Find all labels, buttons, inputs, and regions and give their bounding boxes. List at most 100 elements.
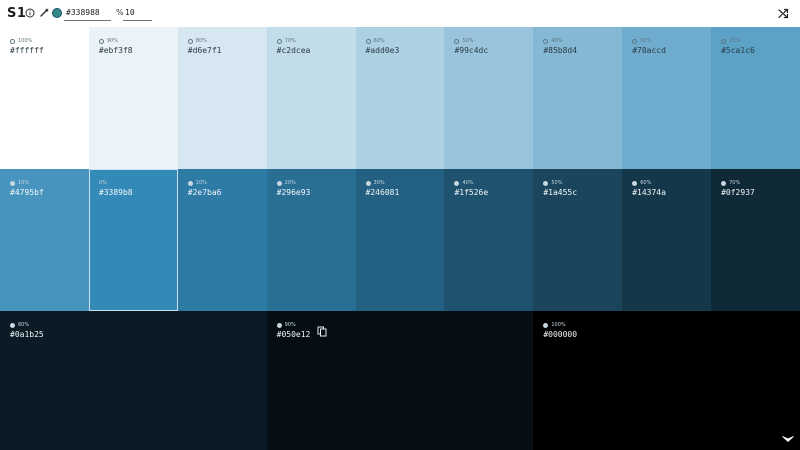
- swatch-hex-label: #3389b8: [98, 188, 133, 197]
- swatch-percent-label: 70%: [284, 38, 296, 44]
- swatch-hex-label: #296e93: [276, 188, 311, 197]
- color-swatch-button[interactable]: [52, 8, 62, 18]
- swatch-percent: 40%: [543, 38, 562, 44]
- swatch-cell[interactable]: 70% #c2dcea: [266, 27, 356, 169]
- tint-marker-icon: [454, 38, 460, 44]
- tint-marker-icon: [632, 38, 638, 44]
- swatch-percent-label: 30%: [373, 180, 385, 186]
- toolbar: S1 %: [0, 0, 800, 27]
- swatch-percent-label: 100%: [551, 322, 566, 328]
- tint-marker-icon: [276, 38, 282, 44]
- tint-marker-icon: [10, 38, 15, 44]
- swatch-percent-label: 50%: [551, 180, 563, 186]
- swatch-percent: 100%: [543, 322, 566, 328]
- swatch-percent: 90%: [276, 322, 296, 328]
- swatch-hex-label: #ffffff: [10, 46, 44, 55]
- swatch-percent-label: 20%: [729, 38, 741, 44]
- tint-marker-icon: [276, 322, 282, 328]
- swatch-cell[interactable]: 20% #5ca1c6: [711, 27, 800, 169]
- swatch-hex-label: #4795bf: [10, 188, 44, 197]
- tint-marker-icon: [365, 38, 371, 44]
- swatch-percent: 40%: [454, 180, 474, 186]
- swatch-cell[interactable]: 60% #add0e3: [355, 27, 445, 169]
- swatch-cell[interactable]: 60% #14374a: [622, 169, 712, 311]
- tint-marker-icon: [365, 180, 371, 186]
- tint-marker-icon: [454, 180, 460, 186]
- swatch-cell[interactable]: 10% #4795bf: [0, 169, 89, 311]
- swatch-percent: 30%: [365, 180, 385, 186]
- swatch-cell[interactable]: 100% #000000: [533, 311, 800, 450]
- swatch-cell[interactable]: 40% #1f526e: [444, 169, 534, 311]
- swatch-percent-label: 0%: [98, 180, 107, 186]
- expand-icon[interactable]: [782, 436, 794, 443]
- swatch-percent-label: 20%: [284, 180, 296, 186]
- swatch-percent: 0%: [99, 180, 107, 186]
- swatch-percent-label: 10%: [18, 180, 30, 186]
- swatch-percent-label: 60%: [640, 180, 652, 186]
- swatch-percent: 20%: [276, 180, 296, 186]
- swatch-cell[interactable]: 50% #1a455c: [533, 169, 623, 311]
- swatch-hex-label: #0f2937: [721, 188, 755, 197]
- swatch-hex-label: #85b8d4: [543, 46, 578, 55]
- swatch-percent: 50%: [454, 38, 474, 44]
- swatch-percent: 100%: [10, 38, 32, 44]
- swatch-cell[interactable]: 80% #d6e7f1: [177, 27, 267, 169]
- swatch-percent: 80%: [10, 322, 29, 328]
- swatch-percent-label: 30%: [640, 38, 652, 44]
- tint-marker-icon: [543, 38, 549, 44]
- swatch-grid: 100% #ffffff 90% #ebf3f8 80% #d6e7f1 70% #c2dce…: [0, 27, 800, 450]
- app-logo: S1: [7, 6, 27, 21]
- swatch-cell[interactable]: 10% #2e7ba6: [177, 169, 267, 311]
- swatch-hex-label: #70accd: [632, 46, 666, 55]
- swatch-percent-label: 50%: [462, 38, 474, 44]
- swatch-percent: 60%: [365, 38, 385, 44]
- swatch-hex-label: #1f526e: [454, 188, 489, 197]
- swatch-percent: 10%: [187, 180, 207, 186]
- tint-marker-icon: [187, 180, 193, 186]
- swatch-cell[interactable]: 90% #050e12: [266, 311, 534, 450]
- swatch-percent: 70%: [276, 38, 296, 44]
- swatch-cell[interactable]: 100% #ffffff: [0, 27, 89, 169]
- swatch-percent: 30%: [632, 38, 651, 44]
- swatch-percent: 10%: [10, 180, 29, 186]
- swatch-hex-label: #2e7ba6: [187, 188, 222, 197]
- pipette-icon[interactable]: [39, 7, 50, 18]
- swatch-cell[interactable]: 30% #70accd: [622, 27, 712, 169]
- swatch-percent-label: 80%: [195, 38, 207, 44]
- swatch-hex-label: #050e12: [276, 330, 311, 339]
- swatch-percent-label: 80%: [18, 322, 30, 328]
- tint-marker-icon: [276, 180, 282, 186]
- shuffle-icon[interactable]: [778, 8, 789, 19]
- swatch-cell[interactable]: 90% #ebf3f8: [88, 27, 178, 169]
- tint-marker-icon: [632, 180, 638, 186]
- swatch-cell[interactable]: 40% #85b8d4: [533, 27, 623, 169]
- tint-marker-icon: [187, 38, 193, 44]
- info-icon[interactable]: [25, 8, 35, 18]
- step-input[interactable]: [123, 5, 152, 21]
- hex-color-input[interactable]: [64, 5, 111, 21]
- swatch-cell[interactable]: 70% #0f2937: [711, 169, 800, 311]
- swatch-percent-label: 90%: [106, 38, 118, 44]
- swatch-percent: 90%: [98, 38, 118, 44]
- swatch-percent: 50%: [543, 180, 562, 186]
- tint-marker-icon: [543, 180, 549, 186]
- swatch-cell[interactable]: 30% #246081: [355, 169, 445, 311]
- swatch-cell[interactable]: 20% #296e93: [266, 169, 356, 311]
- swatch-cell[interactable]: 80% #0a1b25: [0, 311, 267, 450]
- swatch-percent-label: 40%: [462, 180, 474, 186]
- swatch-percent-label: 100%: [18, 38, 33, 44]
- tint-marker-icon: [98, 38, 104, 44]
- tint-marker-icon: [721, 38, 727, 44]
- swatch-hex-label: #5ca1c6: [721, 46, 755, 55]
- swatch-percent: 70%: [721, 180, 740, 186]
- swatch-percent: 80%: [187, 38, 207, 44]
- swatch-cell[interactable]: 50% #99c4dc: [444, 27, 534, 169]
- swatch-percent-label: 70%: [729, 180, 741, 186]
- swatch-hex-label: #0a1b25: [10, 330, 44, 339]
- swatch-hex-label: #d6e7f1: [187, 46, 222, 55]
- swatch-percent: 20%: [721, 38, 740, 44]
- tint-marker-icon: [543, 322, 549, 328]
- swatch-cell[interactable]: 0% #3389b8: [88, 169, 178, 311]
- copy-icon[interactable]: [317, 326, 327, 337]
- tint-marker-icon: [10, 180, 15, 186]
